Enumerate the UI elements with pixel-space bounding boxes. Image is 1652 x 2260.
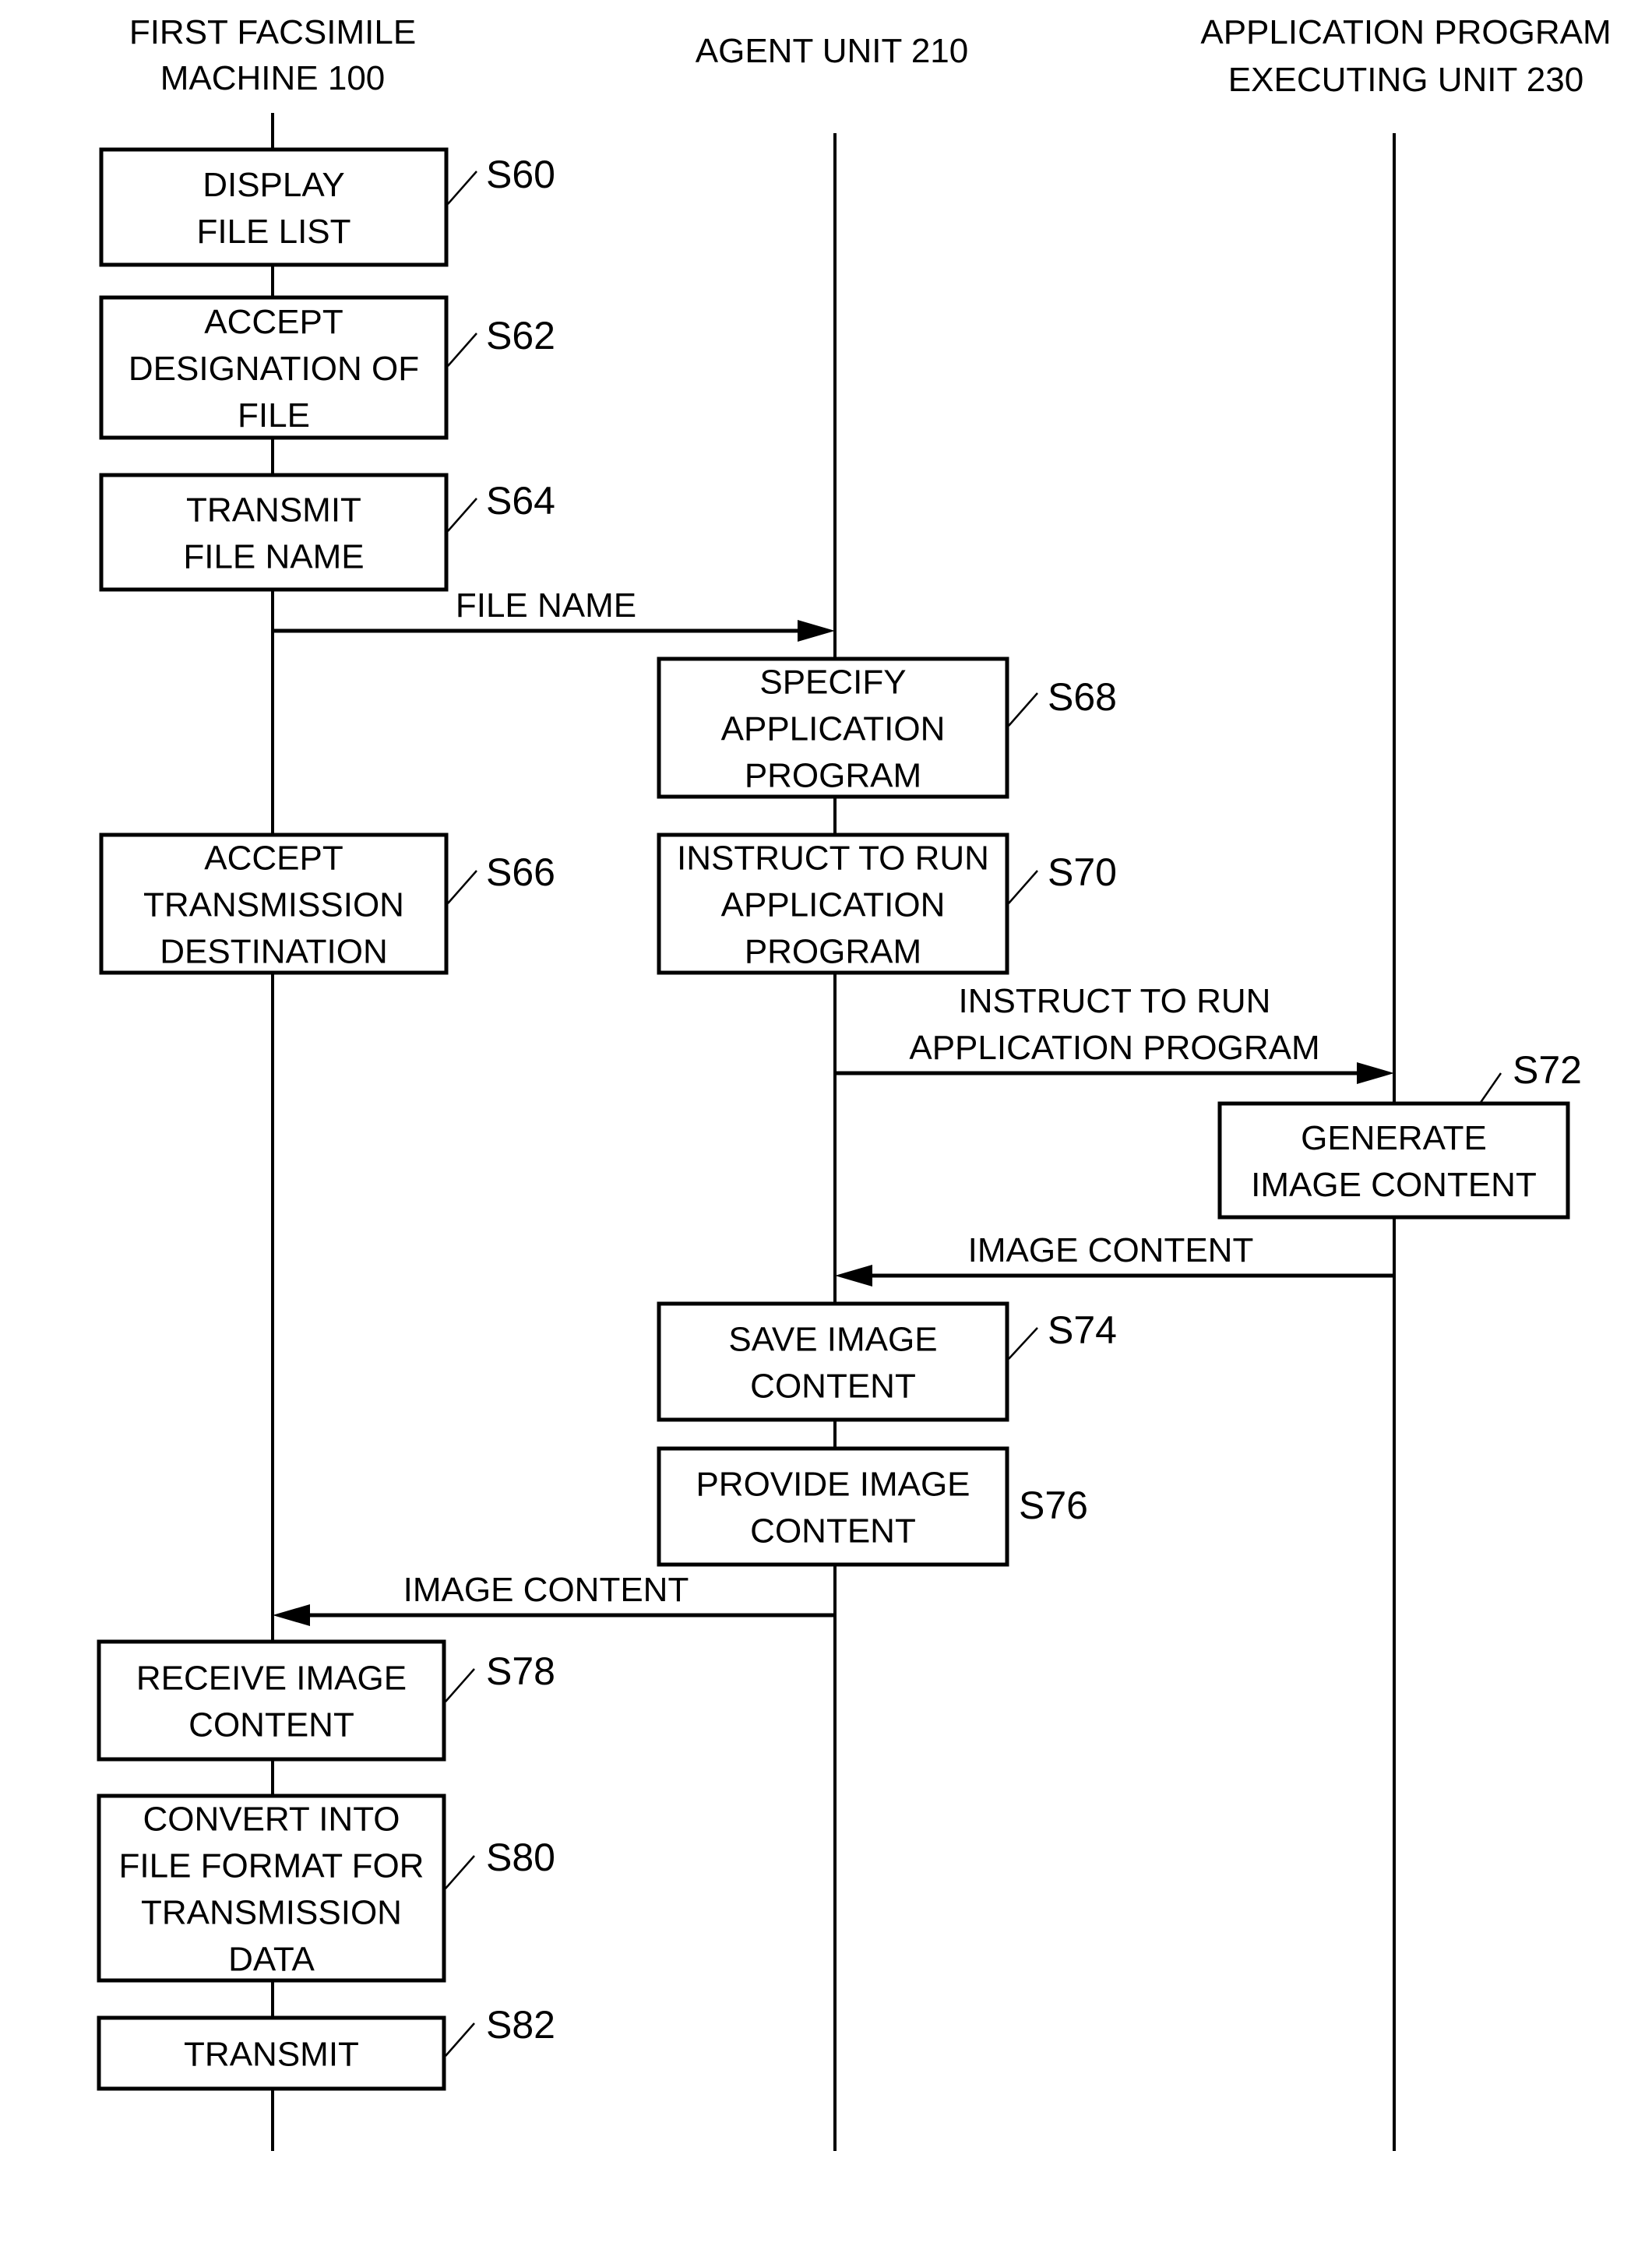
step-leader-line — [445, 1855, 475, 1889]
step-text: RECEIVE IMAGE — [136, 1660, 407, 1698]
step-text: APPLICATION — [721, 886, 946, 924]
step-number-label: S78 — [486, 1649, 555, 1693]
step-number-label: S74 — [1048, 1308, 1117, 1352]
step-s64: TRANSMIT FILE NAME S64 — [99, 473, 555, 592]
message-m4: IMAGE CONTENT — [273, 1571, 835, 1626]
step-text: CONVERT INTO — [143, 1801, 400, 1839]
step-s70: INSTRUCT TO RUN APPLICATION PROGRAM S70 — [657, 833, 1117, 975]
step-text: DISPLAY — [203, 166, 345, 204]
step-text: TRANSMISSION — [141, 1894, 402, 1932]
message-label: IMAGE CONTENT — [968, 1231, 1254, 1269]
step-text: SPECIFY — [759, 664, 906, 702]
step-s82: TRANSMIT S82 — [97, 2003, 555, 2091]
step-leader-line — [1008, 870, 1038, 904]
step-text: FILE — [238, 396, 310, 435]
arrowhead-icon — [1357, 1062, 1394, 1084]
step-text: CONTENT — [750, 1368, 916, 1406]
step-leader-line — [445, 1668, 475, 1702]
step-leader-line — [447, 870, 477, 904]
step-text: TRANSMIT — [184, 2036, 359, 2074]
step-leader-line — [445, 2022, 475, 2057]
step-text: GENERATE — [1301, 1119, 1487, 1157]
step-s66: ACCEPT TRANSMISSION DESTINATION S66 — [99, 833, 555, 975]
message-m1: FILE NAME — [273, 586, 835, 642]
step-s60: DISPLAY FILE LIST S60 — [99, 147, 555, 267]
step-number-label: S64 — [486, 479, 555, 523]
step-leader-line — [447, 171, 477, 205]
step-text: FILE NAME — [183, 538, 364, 576]
step-number-label: S62 — [486, 314, 555, 357]
lane-header-agent: AGENT UNIT 210 — [696, 32, 969, 70]
message-m2: INSTRUCT TO RUN APPLICATION PROGRAM — [835, 982, 1394, 1084]
step-text: INSTRUCT TO RUN — [677, 840, 989, 878]
arrowhead-icon — [798, 620, 835, 642]
step-s74: SAVE IMAGE CONTENT S74 — [657, 1301, 1117, 1422]
step-text: FILE FORMAT FOR — [119, 1847, 424, 1885]
step-number-label: S68 — [1048, 675, 1117, 719]
step-number-label: S80 — [486, 1836, 555, 1879]
step-leader-line — [1008, 692, 1038, 727]
step-text: APPLICATION — [721, 710, 946, 748]
step-number-label: S72 — [1513, 1048, 1582, 1092]
step-number-label: S76 — [1019, 1484, 1088, 1527]
step-number-label: S82 — [486, 2003, 555, 2047]
message-label: INSTRUCT TO RUN — [959, 982, 1271, 1020]
step-s76: PROVIDE IMAGE CONTENT S76 — [657, 1446, 1088, 1567]
message-label: IMAGE CONTENT — [403, 1571, 689, 1609]
step-text: TRANSMIT — [186, 491, 361, 530]
step-s62: ACCEPT DESIGNATION OF FILE S62 — [99, 295, 555, 440]
step-leader-line — [447, 498, 477, 532]
step-text: TRANSMISSION — [143, 886, 404, 924]
step-s68: SPECIFY APPLICATION PROGRAM S68 — [657, 657, 1117, 799]
lane-header-app: EXECUTING UNIT 230 — [1228, 61, 1583, 99]
step-leader-line — [447, 333, 477, 367]
step-text: PROGRAM — [745, 933, 921, 971]
arrowhead-icon — [273, 1604, 310, 1626]
step-text: SAVE IMAGE — [728, 1321, 937, 1359]
lane-header-fax: FIRST FACSIMILE — [129, 13, 416, 51]
arrowhead-icon — [835, 1265, 872, 1287]
step-number-label: S70 — [1048, 850, 1117, 894]
step-text: DATA — [228, 1941, 315, 1979]
step-text: DESTINATION — [160, 933, 388, 971]
step-text: CONTENT — [750, 1512, 916, 1551]
step-text: ACCEPT — [204, 840, 343, 878]
lane-header-fax: MACHINE 100 — [160, 59, 386, 97]
step-s80: CONVERT INTO FILE FORMAT FOR TRANSMISSION D… — [97, 1794, 555, 1983]
step-text: ACCEPT — [204, 303, 343, 341]
message-m3: IMAGE CONTENT — [835, 1231, 1394, 1287]
lane-header-app: APPLICATION PROGRAM — [1200, 13, 1611, 51]
message-label: APPLICATION PROGRAM — [909, 1029, 1319, 1067]
step-text: CONTENT — [188, 1706, 354, 1744]
step-text: IMAGE CONTENT — [1251, 1166, 1537, 1204]
step-text: FILE LIST — [196, 213, 350, 251]
step-leader-line — [1478, 1072, 1502, 1104]
message-label: FILE NAME — [456, 586, 636, 625]
step-text: DESIGNATION OF — [129, 350, 419, 388]
step-text: PROGRAM — [745, 757, 921, 795]
sequence-diagram: FIRST FACSIMILE MACHINE 100 AGENT UNIT 210… — [97, 13, 1611, 2151]
step-s78: RECEIVE IMAGE CONTENT S78 — [97, 1639, 555, 1762]
step-leader-line — [1008, 1327, 1038, 1360]
step-text: PROVIDE IMAGE — [696, 1466, 970, 1504]
step-number-label: S66 — [486, 850, 555, 894]
step-number-label: S60 — [486, 153, 555, 196]
